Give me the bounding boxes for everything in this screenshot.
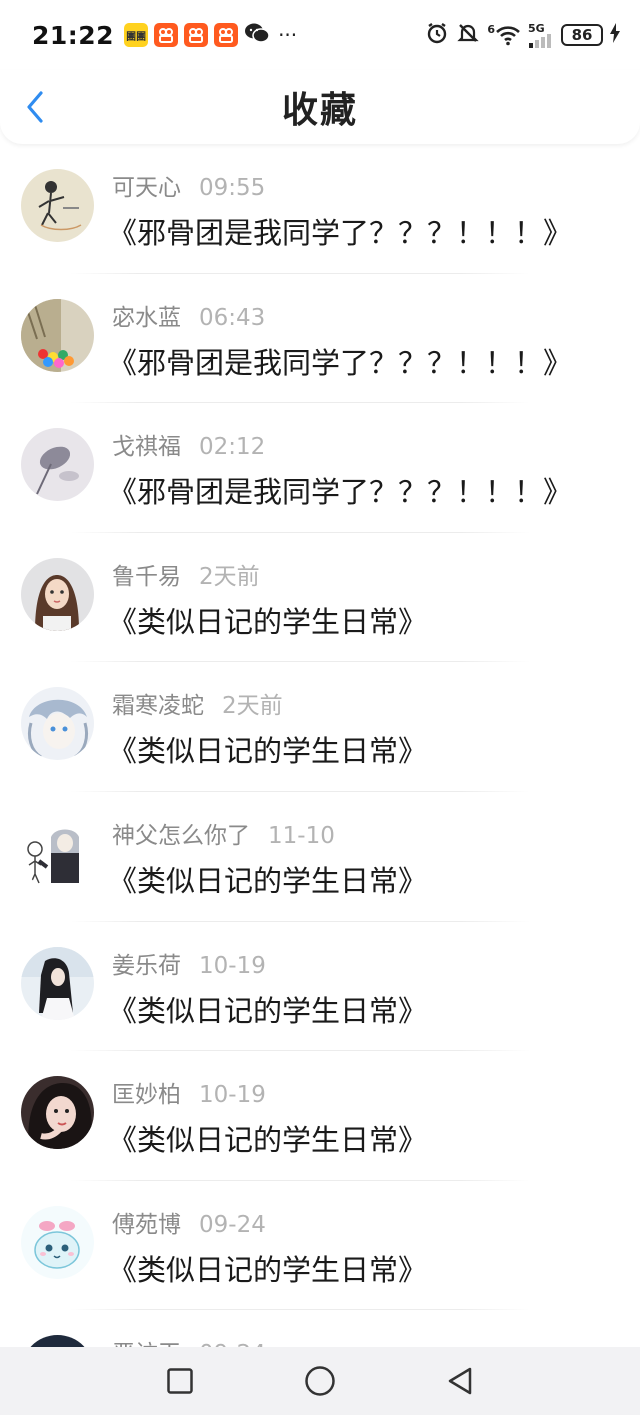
kuaishou-app-icon [214,23,239,47]
item-meta: 神父怎么你了 11-10 [112,816,335,850]
timestamp: 11-10 [268,822,335,849]
item-meta: 戈祺福 02:12 [112,427,265,461]
circle-home-icon [305,1366,335,1396]
work-title[interactable]: 《类似日记的学生日常》 [108,858,427,900]
author-name[interactable]: 戈祺福 [112,427,181,461]
author-name[interactable]: 宓水蓝 [112,298,181,332]
timestamp: 10-19 [199,952,266,979]
avatar[interactable] [21,169,94,242]
avatar[interactable] [21,557,94,631]
kuaishou-app-icon [184,23,209,47]
author-name[interactable]: 匡妙柏 [112,1075,181,1109]
signal-icon [529,33,551,48]
avatar[interactable] [21,1076,94,1150]
item-meta: 可天心 09:55 [112,168,265,202]
status-bar: 21:22 團團 ··· 6 5G 86 [0,0,640,70]
avatar[interactable] [21,687,94,761]
more-notifications-icon: ··· [278,23,298,47]
back-nav-button[interactable] [440,1361,480,1401]
item-meta: 霜寒凌蛇 2天前 [112,686,283,720]
timestamp: 2天前 [199,563,260,590]
item-meta: 姜乐荷 10-19 [112,946,266,980]
favorites-list: 可天心 09:55 《邪骨团是我同学了？？？！！！》 宓水蓝 06:43 《邪骨… [0,144,640,1415]
wifi-status: 6 [487,24,521,46]
work-title[interactable]: 《类似日记的学生日常》 [108,1247,427,1289]
timestamp: 06:43 [199,304,266,331]
author-name[interactable]: 傅苑博 [112,1205,181,1239]
work-title[interactable]: 《类似日记的学生日常》 [108,1117,427,1159]
triangle-back-icon [448,1367,472,1395]
item-meta: 鲁千易 2天前 [112,557,260,591]
back-button[interactable] [20,88,50,126]
wifi-superscript: 6 [487,23,495,36]
avatar[interactable] [21,1205,94,1279]
list-item[interactable]: 霜寒凌蛇 2天前 《类似日记的学生日常》 [0,662,640,792]
work-title[interactable]: 《类似日记的学生日常》 [108,988,427,1030]
mute-bell-icon [456,21,480,49]
avatar[interactable] [21,428,94,502]
work-title[interactable]: 《邪骨团是我同学了？？？！！！》 [108,469,572,511]
charging-icon [610,23,620,47]
list-item[interactable]: 姜乐荷 10-19 《类似日记的学生日常》 [0,922,640,1052]
item-meta: 匡妙柏 10-19 [112,1075,266,1109]
battery-indicator: 86 [561,24,603,46]
timestamp: 09:55 [199,175,266,201]
list-item[interactable]: 鲁千易 2天前 《类似日记的学生日常》 [0,533,640,663]
work-title[interactable]: 《邪骨团是我同学了？？？！！！》 [108,210,572,252]
network-type: 5G [528,21,545,35]
system-status: 6 5G 86 [425,21,620,49]
wifi-icon [496,26,520,46]
notification-icons: 團團 ··· [124,22,297,49]
item-meta: 傅苑博 09-24 [112,1205,266,1239]
status-time: 21:22 [32,20,115,50]
avatar[interactable] [21,816,94,890]
author-name[interactable]: 鲁千易 [112,557,181,591]
work-title[interactable]: 《类似日记的学生日常》 [108,599,427,641]
work-title[interactable]: 《类似日记的学生日常》 [108,728,427,770]
system-navigation-bar [0,1347,640,1415]
author-name[interactable]: 神父怎么你了 [112,816,250,850]
list-item[interactable]: 傅苑博 09-24 《类似日记的学生日常》 [0,1181,640,1311]
timestamp: 10-19 [199,1082,266,1109]
avatar[interactable] [21,946,94,1020]
square-recents-icon [167,1368,193,1394]
recents-button[interactable] [160,1361,200,1401]
list-item[interactable]: 宓水蓝 06:43 《邪骨团是我同学了？？？！！！》 [0,274,640,404]
author-name[interactable]: 姜乐荷 [112,946,181,980]
avatar[interactable] [21,298,94,372]
item-meta: 宓水蓝 06:43 [112,298,265,332]
list-item[interactable]: 神父怎么你了 11-10 《类似日记的学生日常》 [0,792,640,922]
author-name[interactable]: 可天心 [112,168,181,202]
favorites-screen: 21:22 團團 ··· 6 5G 86 收藏 可天心 09:55 《邪骨团是我… [0,0,640,1415]
timestamp: 02:12 [199,434,266,461]
alarm-icon [425,21,449,49]
kuaishou-app-icon [154,23,179,47]
tuantuan-app-icon: 團團 [124,23,149,47]
cellular-status: 5G [528,23,554,48]
list-item[interactable]: 可天心 09:55 《邪骨团是我同学了？？？！！！》 [0,144,640,274]
home-button[interactable] [300,1361,340,1401]
page-title: 收藏 [281,90,358,131]
timestamp: 09-24 [199,1211,266,1238]
timestamp: 2天前 [222,693,283,720]
wechat-icon [244,22,270,49]
work-title[interactable]: 《邪骨团是我同学了？？？！！！》 [108,340,572,382]
list-item[interactable]: 戈祺福 02:12 《邪骨团是我同学了？？？！！！》 [0,403,640,533]
list-item[interactable]: 匡妙柏 10-19 《类似日记的学生日常》 [0,1051,640,1181]
author-name[interactable]: 霜寒凌蛇 [112,686,204,720]
app-header: 收藏 [0,70,640,144]
chevron-left-icon [27,91,43,123]
